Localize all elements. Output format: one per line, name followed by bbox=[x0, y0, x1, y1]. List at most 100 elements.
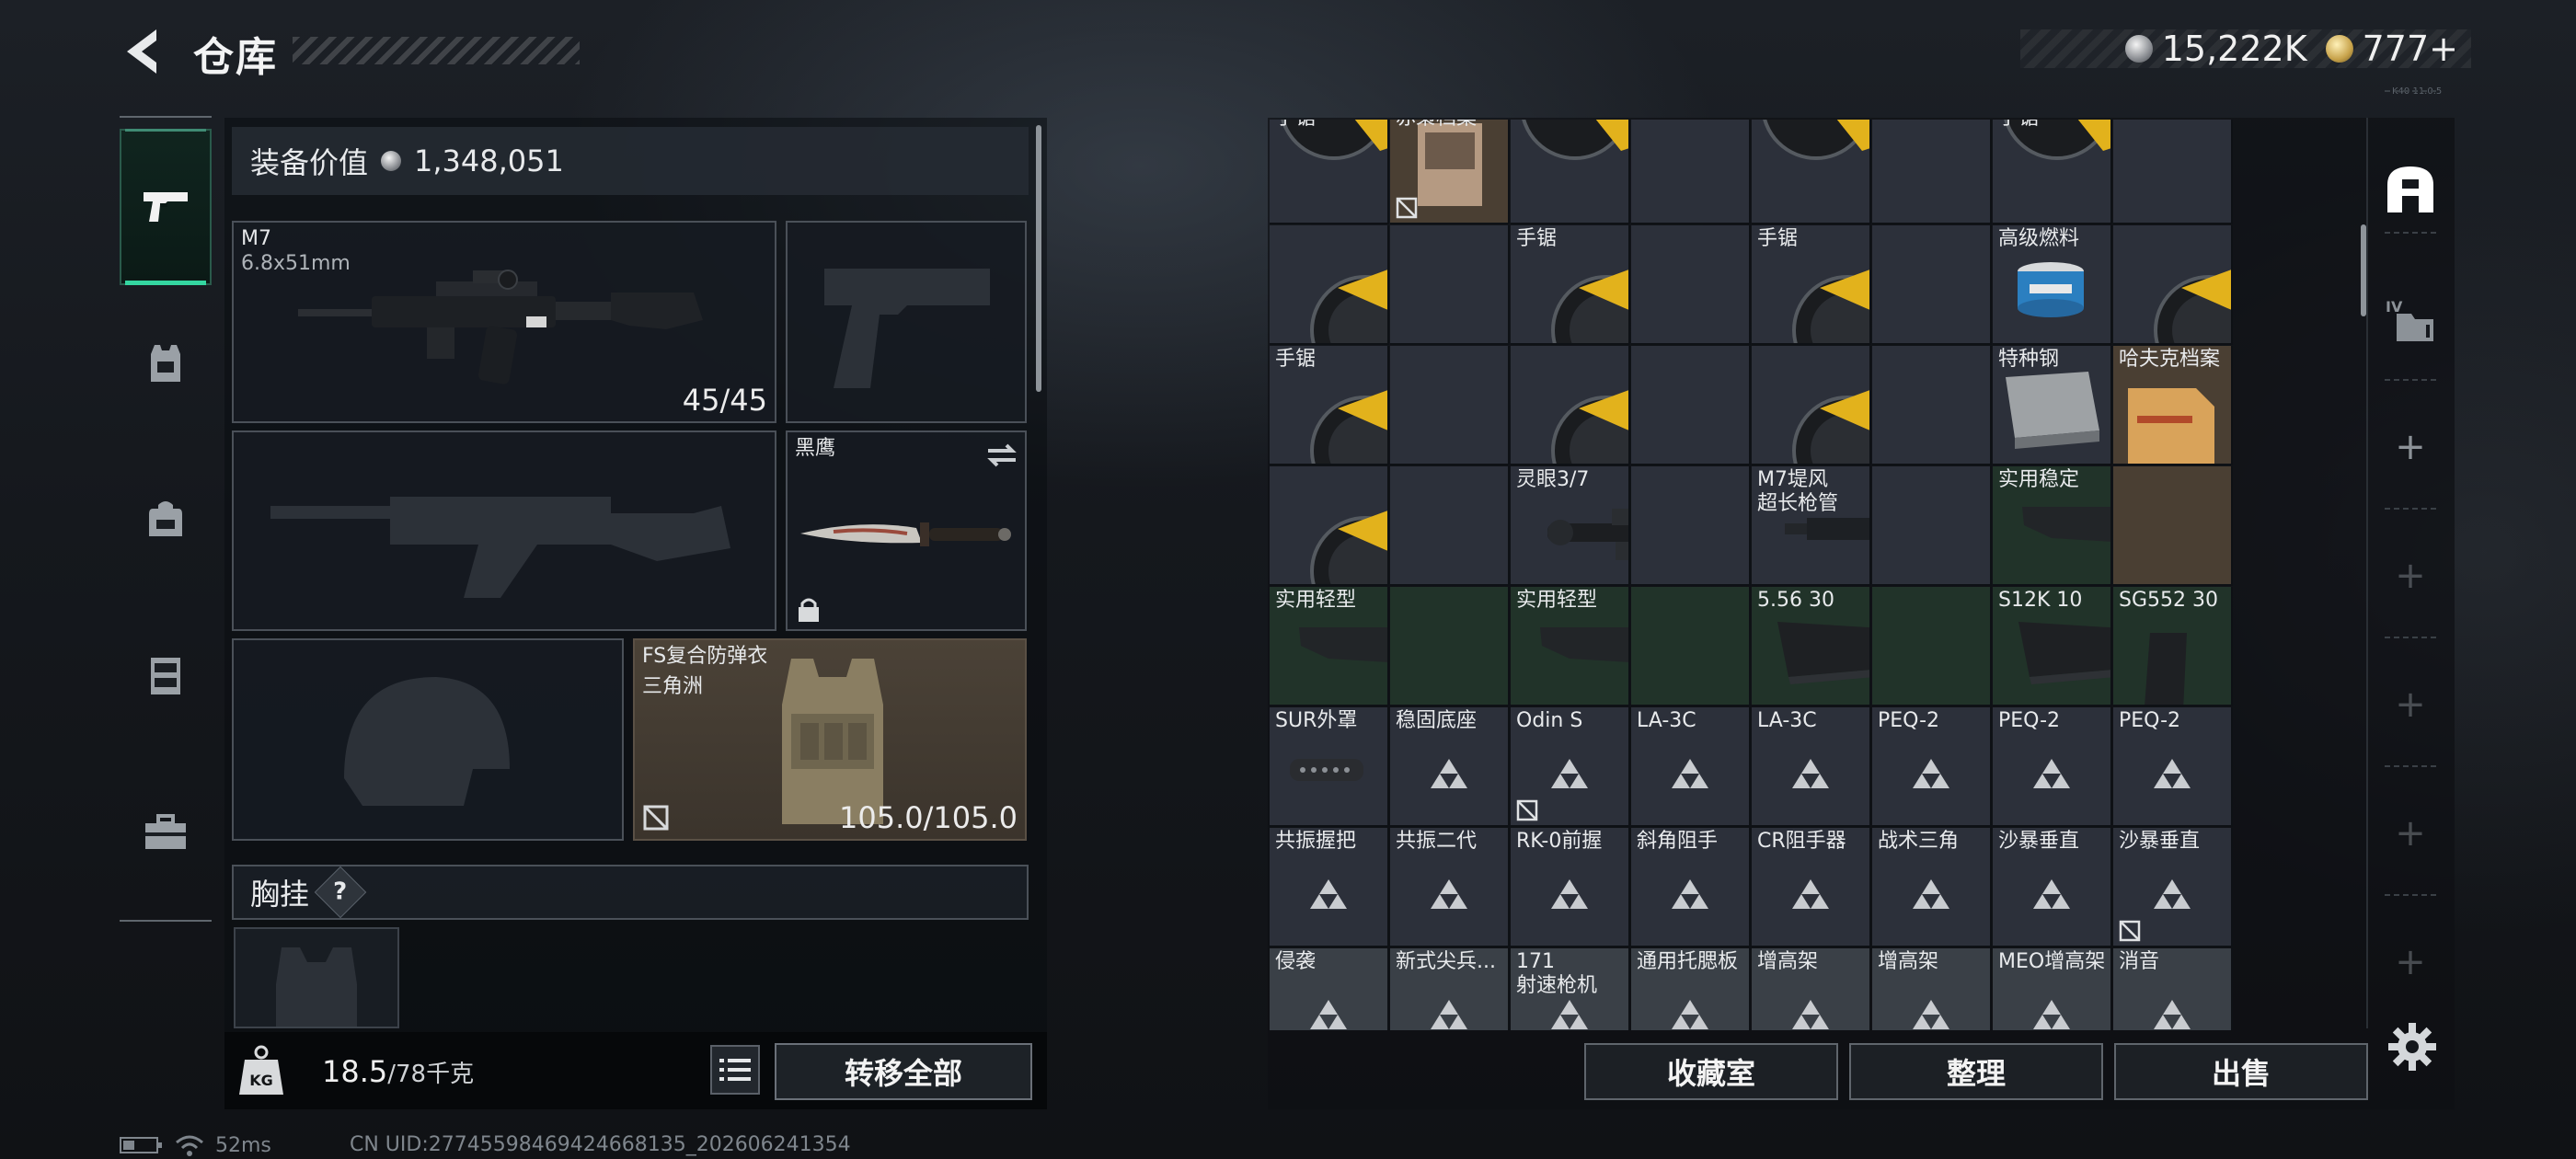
storage-cell[interactable]: 稳固底座 bbox=[1390, 707, 1510, 827]
tab-chest-rig[interactable] bbox=[120, 598, 212, 754]
tab-armor[interactable] bbox=[120, 285, 212, 442]
storage-cell[interactable]: PEQ-2 bbox=[2113, 707, 2233, 827]
storage-home-button[interactable] bbox=[2381, 162, 2440, 217]
storage-cell[interactable] bbox=[1390, 466, 1510, 586]
storage-cell[interactable] bbox=[1872, 120, 1992, 224]
add-storage-page-1[interactable]: + bbox=[2381, 419, 2440, 475]
storage-cell[interactable]: 手锯 bbox=[1270, 346, 1389, 465]
storage-cell[interactable]: S12K 10 bbox=[1993, 587, 2112, 706]
storage-cell[interactable] bbox=[1270, 225, 1389, 345]
storage-cell[interactable]: 共振握把 bbox=[1270, 828, 1389, 947]
storage-cell[interactable]: Odin S bbox=[1511, 707, 1630, 827]
helmet-slot[interactable] bbox=[232, 638, 624, 841]
add-storage-page-4[interactable]: + bbox=[2381, 806, 2440, 861]
storage-cell[interactable] bbox=[1390, 346, 1510, 465]
storage-cell[interactable]: 手锯 bbox=[1511, 225, 1630, 345]
scope-icon bbox=[1547, 509, 1628, 560]
storage-cell[interactable]: 高级燃料 bbox=[1993, 225, 2112, 345]
storage-cell[interactable] bbox=[1631, 466, 1751, 586]
storage-cell[interactable]: LA-3C bbox=[1752, 707, 1871, 827]
storage-cell[interactable] bbox=[1511, 120, 1630, 224]
add-storage-page-3[interactable]: + bbox=[2381, 677, 2440, 732]
storage-cell[interactable] bbox=[1390, 225, 1510, 345]
storage-cell[interactable]: 沙暴垂直 bbox=[2113, 828, 2233, 947]
storage-cell[interactable] bbox=[1631, 225, 1751, 345]
storage-cell[interactable]: 171 射速枪机 bbox=[1511, 948, 1630, 1030]
storage-cell[interactable]: RK-0前握 bbox=[1511, 828, 1630, 947]
storage-cell[interactable]: 通用托腮板 bbox=[1631, 948, 1751, 1030]
back-button[interactable] bbox=[120, 26, 166, 77]
storage-cell[interactable] bbox=[2113, 120, 2233, 224]
storage-cell[interactable]: LA-3C bbox=[1631, 707, 1751, 827]
storage-cell[interactable] bbox=[1631, 346, 1751, 465]
equipment-scrollbar[interactable] bbox=[1036, 125, 1041, 392]
storage-cell[interactable]: 手锯 bbox=[1752, 225, 1871, 345]
storage-cell[interactable] bbox=[1872, 346, 1992, 465]
storage-cell[interactable] bbox=[1872, 466, 1992, 586]
storage-cell[interactable]: 实用轻型 bbox=[1270, 587, 1389, 706]
settings-gear-icon[interactable] bbox=[2386, 1021, 2438, 1073]
melee-slot[interactable]: 黑鹰 bbox=[786, 430, 1027, 631]
collection-room-button[interactable]: 收藏室 bbox=[1584, 1043, 1838, 1100]
storage-cell[interactable] bbox=[1752, 120, 1871, 224]
storage-cell[interactable] bbox=[1270, 466, 1389, 586]
sidearm-slot[interactable] bbox=[786, 221, 1027, 423]
storage-cell[interactable]: PEQ-2 bbox=[1993, 707, 2112, 827]
storage-cell[interactable]: CR阻手器 bbox=[1752, 828, 1871, 947]
storage-cell[interactable] bbox=[1631, 120, 1751, 224]
storage-cell[interactable] bbox=[1752, 346, 1871, 465]
add-storage-page-2[interactable]: + bbox=[2381, 548, 2440, 603]
pistol-icon bbox=[144, 192, 188, 222]
swap-icon[interactable] bbox=[984, 442, 1019, 469]
item-label: LA-3C bbox=[1637, 709, 1696, 732]
chest-rig-label: 胸挂 bbox=[250, 877, 310, 912]
storage-cell[interactable] bbox=[2113, 466, 2233, 586]
storage-cell[interactable] bbox=[1872, 225, 1992, 345]
tab-backpack[interactable] bbox=[120, 442, 212, 598]
storage-cell[interactable] bbox=[2113, 225, 2233, 345]
chest-rig-slot[interactable] bbox=[234, 927, 399, 1028]
storage-cell[interactable]: 灵眼3/7 bbox=[1511, 466, 1630, 586]
storage-cell[interactable] bbox=[1511, 346, 1630, 465]
sell-button[interactable]: 出售 bbox=[2114, 1043, 2368, 1100]
transfer-all-button[interactable]: 转移全部 bbox=[775, 1043, 1032, 1100]
storage-cell[interactable]: 5.56 30 bbox=[1752, 587, 1871, 706]
help-button[interactable]: ? bbox=[314, 866, 367, 919]
secondary-weapon-slot[interactable] bbox=[232, 430, 776, 631]
storage-cell[interactable]: SUR外罩 bbox=[1270, 707, 1389, 827]
storage-cell[interactable]: 实用轻型 bbox=[1511, 587, 1630, 706]
storage-cell[interactable]: 战术三角 bbox=[1872, 828, 1992, 947]
storage-tier4-button[interactable]: IV bbox=[2381, 291, 2440, 346]
vest-icon bbox=[151, 345, 180, 382]
storage-cell[interactable] bbox=[1390, 587, 1510, 706]
storage-cell[interactable]: M7堤风 超长枪管 bbox=[1752, 466, 1871, 586]
storage-cell[interactable]: 特种钢 bbox=[1993, 346, 2112, 465]
primary-weapon-slot[interactable]: M7 6.8x51mm 45/45 bbox=[232, 221, 776, 423]
storage-cell[interactable]: SG552 30 bbox=[2113, 587, 2233, 706]
storage-cell[interactable]: 消音 bbox=[2113, 948, 2233, 1030]
storage-cell[interactable]: 哈夫克档案 bbox=[2113, 346, 2233, 465]
storage-cell[interactable]: 增高架 bbox=[1872, 948, 1992, 1030]
storage-cell[interactable] bbox=[1631, 587, 1751, 706]
storage-cell[interactable]: 手锯 bbox=[1993, 120, 2112, 224]
list-view-button[interactable] bbox=[710, 1045, 760, 1095]
storage-cell[interactable]: 实用稳定 bbox=[1993, 466, 2112, 586]
storage-cell[interactable]: 共振二代 bbox=[1390, 828, 1510, 947]
storage-cell[interactable]: 斜角阻手 bbox=[1631, 828, 1751, 947]
body-armor-slot[interactable]: FS复合防弹衣 三角洲 105.0/105.0 bbox=[633, 638, 1027, 841]
sort-button[interactable]: 整理 bbox=[1849, 1043, 2103, 1100]
storage-cell[interactable]: 赤枭档案 bbox=[1390, 120, 1510, 224]
storage-cell[interactable]: PEQ-2 bbox=[1872, 707, 1992, 827]
add-storage-page-5[interactable]: + bbox=[2381, 935, 2440, 990]
storage-cell[interactable]: 手锯 bbox=[1270, 120, 1389, 224]
storage-cell[interactable]: 新式尖兵... bbox=[1390, 948, 1510, 1030]
storage-cell[interactable]: MEO增高架 bbox=[1993, 948, 2112, 1030]
silver-currency[interactable]: 15,222K bbox=[2124, 29, 2307, 69]
tab-weapons[interactable] bbox=[120, 129, 212, 285]
gold-currency[interactable]: 777+ bbox=[2325, 29, 2458, 69]
storage-cell[interactable]: 侵袭 bbox=[1270, 948, 1389, 1030]
storage-cell[interactable] bbox=[1872, 587, 1992, 706]
storage-cell[interactable]: 增高架 bbox=[1752, 948, 1871, 1030]
storage-cell[interactable]: 沙暴垂直 bbox=[1993, 828, 2112, 947]
tab-case[interactable] bbox=[120, 754, 212, 911]
